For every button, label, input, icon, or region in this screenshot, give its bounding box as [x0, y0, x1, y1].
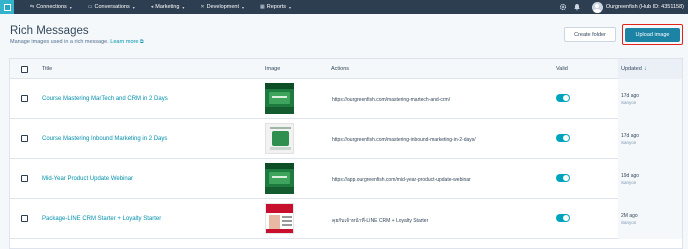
tools-icon: ✕ [200, 4, 205, 10]
row-checkbox[interactable] [21, 215, 28, 222]
plug-icon: ⇆ [30, 4, 35, 10]
nav-right-group: Ourgreenfish (Hub ID: 4351158) [556, 0, 688, 14]
column-header-actions: Actions [331, 66, 350, 72]
table-row[interactable]: Mid-Year Product Update Webinar https://… [10, 159, 682, 199]
create-folder-button[interactable]: Create folder [564, 27, 616, 42]
updated-time: 17d ago [621, 93, 640, 99]
row-title-link[interactable]: Course Mastering Inbound Marketing in 2 … [42, 136, 167, 142]
row-action-url: https://app.ourgreenfish.com/mid-year-pr… [332, 177, 471, 183]
row-title-link[interactable]: Course Mastering MarTech and CRM in 2 Da… [42, 96, 168, 102]
chat-icon: ▭ [87, 4, 93, 10]
chevron-down-icon: ▾ [182, 4, 185, 10]
column-header-valid[interactable]: Valid [556, 59, 568, 79]
notifications-bell-icon[interactable] [570, 0, 584, 14]
nav-marketing[interactable]: ◂ Marketing ▾ [151, 4, 185, 10]
row-checkbox[interactable] [21, 175, 28, 182]
nav-marketing-label: Marketing [155, 4, 180, 10]
table-row[interactable]: Course Mastering Inbound Marketing in 2 … [10, 119, 682, 159]
updated-time: 2M ago [621, 213, 638, 219]
row-checkbox[interactable] [21, 135, 28, 142]
row-title-link[interactable]: Package-LINE CRM Starter + Loyalty Start… [42, 216, 161, 222]
page-title: Rich Messages [10, 25, 89, 37]
updated-cell-bg [618, 119, 682, 159]
table-header: Title Image Actions Valid Updated ↓ [10, 59, 682, 79]
updated-cell-bg [618, 159, 682, 199]
top-navigation-bar: ⇆ Connections ▾ ▭ Conversations ▾ ◂ Mark… [0, 0, 688, 14]
row-checkbox[interactable] [21, 95, 28, 102]
row-action-url: https://ourgreenfish.com/mastering-inbou… [332, 137, 476, 143]
chevron-down-icon: ▾ [242, 4, 245, 10]
valid-toggle[interactable] [556, 174, 570, 182]
column-header-updated-label: Updated [621, 66, 642, 72]
nav-conversations-label: Conversations [94, 4, 130, 10]
chevron-down-icon: ▾ [69, 4, 72, 10]
nav-conversations[interactable]: ▭ Conversations ▾ [88, 4, 135, 10]
nav-development-label: Development [206, 4, 240, 10]
updated-cell-bg [618, 199, 682, 239]
image-thumbnail[interactable] [265, 123, 294, 154]
table-row[interactable]: Package-LINE CRM Starter + Loyalty Start… [10, 199, 682, 239]
sort-down-arrow-icon: ↓ [643, 66, 647, 72]
image-thumbnail[interactable] [265, 83, 294, 114]
upload-image-button[interactable]: Upload image [625, 27, 680, 42]
row-action-url: https://ourgreenfish.com/mastering-marte… [332, 97, 451, 103]
nav-connections[interactable]: ⇆ Connections ▾ [30, 4, 72, 10]
page-description: Manage images used in a rich message. Le… [10, 39, 144, 45]
image-thumbnail[interactable] [265, 163, 294, 194]
updated-time: 17d ago [621, 133, 640, 139]
column-header-image: Image [265, 66, 281, 72]
table-row[interactable]: Course Mastering MarTech and CRM in 2 Da… [10, 79, 682, 119]
column-header-updated[interactable]: Updated ↓ [621, 59, 647, 79]
nav-reports[interactable]: ▦ Reports ▾ [260, 4, 291, 10]
learn-more-link[interactable]: Learn more [110, 39, 138, 45]
rich-messages-table: Title Image Actions Valid Updated ↓ Cour… [9, 58, 683, 249]
row-action-url: คุยกับเจ้าหน้าที่-LINE CRM + Loyalty Sta… [332, 218, 429, 224]
valid-toggle[interactable] [556, 134, 570, 142]
updated-cell-bg [618, 79, 682, 119]
upload-image-highlight: Upload image [622, 24, 683, 45]
valid-toggle[interactable] [556, 94, 570, 102]
page-description-text: Manage images used in a rich message. [10, 39, 109, 45]
settings-gear-icon[interactable] [556, 0, 570, 14]
updated-time: 19d ago [621, 173, 640, 179]
chart-icon: ▦ [260, 4, 265, 10]
avatar [591, 1, 603, 13]
account-menu[interactable]: Ourgreenfish (Hub ID: 4351158) [591, 1, 688, 13]
row-title-link[interactable]: Mid-Year Product Update Webinar [42, 176, 133, 182]
valid-toggle[interactable] [556, 214, 570, 222]
updated-by: Sanyon [621, 180, 637, 185]
chevron-down-icon: ▾ [132, 4, 135, 10]
column-header-title[interactable]: Title [42, 59, 52, 79]
chevron-down-icon: ▾ [289, 4, 292, 10]
external-link-icon[interactable]: ⧉ [140, 39, 144, 45]
image-thumbnail[interactable] [265, 203, 294, 234]
updated-by: Sanyon [621, 100, 637, 105]
nav-connections-label: Connections [36, 4, 67, 10]
app-logo-icon[interactable] [0, 0, 14, 14]
account-name: Ourgreenfish (Hub ID: 4351158) [605, 4, 684, 10]
megaphone-icon: ◂ [150, 4, 154, 10]
select-all-checkbox[interactable] [21, 66, 28, 73]
updated-by: Sanyon [621, 140, 637, 145]
nav-reports-label: Reports [266, 4, 287, 10]
nav-development[interactable]: ✕ Development ▾ [200, 4, 244, 10]
updated-by: Sanyon [621, 220, 637, 225]
